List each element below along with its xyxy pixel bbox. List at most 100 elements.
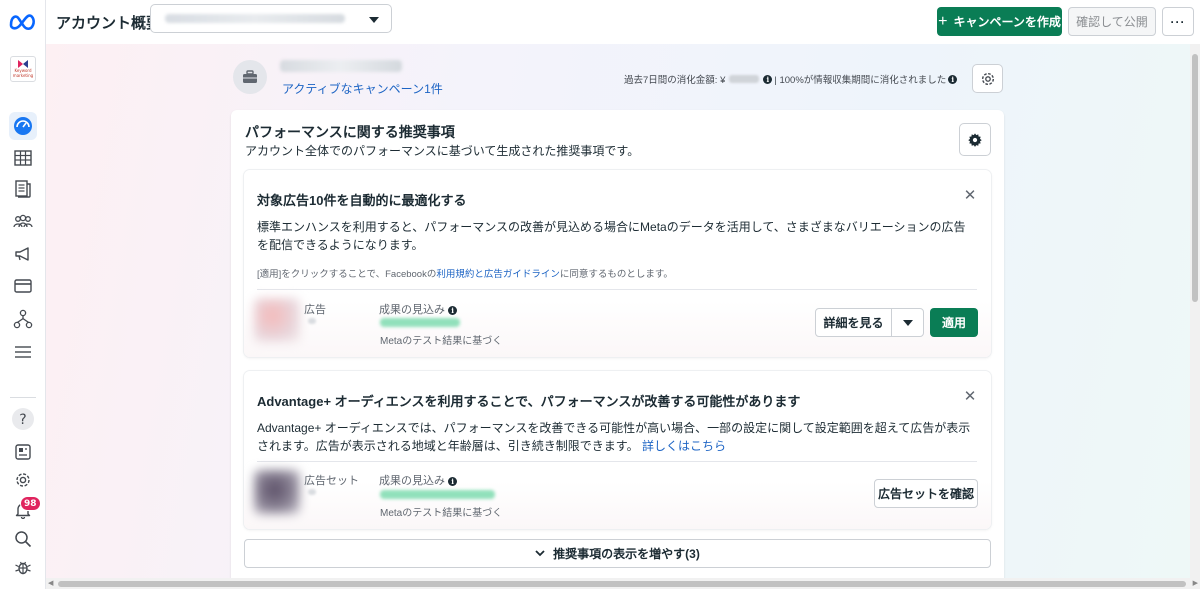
spend-status: | 100%が情報収集期間に消化されました (774, 75, 947, 86)
sidebar-divider (10, 397, 36, 398)
scroll-left-icon[interactable]: ◀ (48, 579, 53, 587)
notification-count-badge: 98 (20, 496, 41, 511)
ad-account-selector[interactable] (150, 4, 392, 33)
show-more-label: 推奨事項の表示を増やす(3) (553, 547, 700, 561)
credit-card-icon (14, 279, 32, 293)
sidebar-item-audiences[interactable] (9, 208, 37, 236)
account-settings-button[interactable] (972, 64, 1003, 93)
estimate-label: 成果の見込み i (379, 472, 458, 488)
card-description-text: Advantage+ オーディエンスでは、パフォーマンスを改善できる可能性が高い… (257, 421, 971, 453)
megaphone-icon (15, 247, 29, 261)
info-icon[interactable]: i (448, 477, 458, 486)
sidebar-item-campaigns[interactable] (9, 144, 37, 172)
speedometer-icon (14, 117, 32, 135)
adset-thumbnail-redacted (254, 470, 300, 514)
account-name-redacted (165, 14, 345, 23)
learn-more-link[interactable]: 詳しくはこちら (642, 439, 726, 453)
estimate-label: 成果の見込み i (379, 301, 458, 317)
card-title: Advantage+ オーディエンスを利用することで、パフォーマンスが改善する可… (257, 394, 801, 409)
vertical-scrollbar[interactable] (1190, 44, 1200, 578)
info-icon[interactable]: i (763, 74, 773, 84)
question-icon: ? (12, 408, 34, 430)
spend-label: 過去7日間の消化金額: ¥ (624, 75, 726, 86)
active-campaigns-link[interactable]: アクティブなキャンペーン1件 (282, 80, 443, 97)
document-icon (15, 180, 31, 198)
sidebar-item-bug-report[interactable] (9, 553, 37, 581)
estimate-value-redacted (380, 318, 460, 327)
left-navigation-rail: Keyword marketing ? 98 (0, 0, 46, 589)
apply-button[interactable]: 適用 (930, 308, 978, 337)
estimate-note: Metaのテスト結果に基づく (380, 336, 503, 347)
account-icon (233, 60, 267, 94)
scrollbar-thumb[interactable] (1192, 54, 1198, 302)
review-and-publish-button[interactable]: 確認して公開 (1068, 7, 1156, 36)
sidebar-item-account-overview[interactable] (9, 112, 37, 140)
page-title: アカウント概要 (56, 15, 162, 32)
ad-thumbnail-redacted (254, 298, 300, 342)
details-dropdown-button[interactable] (891, 308, 924, 337)
chevron-down-icon (535, 550, 545, 557)
scroll-right-icon[interactable]: ▶ (1193, 579, 1198, 587)
sidebar-item-settings[interactable] (9, 466, 37, 494)
people-icon (13, 214, 33, 228)
adset-count-redacted (308, 489, 316, 495)
ad-count-redacted (308, 318, 316, 324)
search-icon (15, 531, 32, 548)
sidebar-item-news[interactable] (9, 438, 37, 466)
top-header: アカウント概要 + キャンペーンを作成 確認して公開 ··· (0, 0, 1200, 44)
horizontal-scrollbar[interactable]: ◀ ▶ (46, 578, 1200, 589)
adset-count-label: 広告セット (304, 475, 359, 487)
sidebar-item-reports[interactable] (9, 175, 37, 203)
sidebar-item-advertising[interactable] (9, 240, 37, 268)
close-icon[interactable]: ✕ (961, 186, 979, 204)
info-icon[interactable]: i (448, 306, 458, 315)
card-description: 標準エンハンスを利用すると、パフォーマンスの改善が見込める場合にMetaのデータ… (257, 220, 966, 252)
spend-summary: 過去7日間の消化金額: ¥ i | 100%が情報収集期間に消化されました i (624, 72, 958, 86)
card-divider (257, 289, 977, 290)
card-divider (257, 461, 977, 462)
sidebar-item-business-tools[interactable] (9, 305, 37, 333)
card-description: Advantage+ オーディエンスでは、パフォーマンスを改善できる可能性が高い… (257, 419, 977, 455)
scrollbar-thumb[interactable] (58, 581, 1186, 587)
gear-icon (981, 72, 994, 85)
svg-text:?: ? (19, 412, 26, 428)
recommendations-settings-button[interactable] (959, 123, 991, 156)
card-title: 対象広告10件を自動的に最適化する (257, 193, 467, 208)
sidebar-item-help[interactable]: ? (9, 405, 37, 433)
caret-down-icon (902, 319, 913, 326)
recommendations-panel: パフォーマンスに関する推奨事項 アカウント全体でのパフォーマンスに基づいて生成さ… (231, 110, 1004, 578)
flow-icon (13, 309, 33, 329)
legal-prefix: [適用]をクリックすることで、Facebookの (257, 269, 437, 280)
create-campaign-button[interactable]: + キャンペーンを作成 (937, 7, 1062, 36)
close-icon[interactable]: ✕ (961, 387, 979, 405)
estimate-label-text: 成果の見込み (379, 475, 445, 487)
estimate-label-text: 成果の見込み (379, 304, 445, 316)
sidebar-item-billing[interactable] (9, 272, 37, 300)
info-icon[interactable]: i (948, 74, 958, 84)
recommendations-title: パフォーマンスに関する推奨事項 (245, 124, 455, 140)
recommendation-card-optimize-ads: 対象広告10件を自動的に最適化する ✕ 標準エンハンスを利用すると、パフォーマン… (244, 170, 991, 357)
terms-link[interactable]: 利用規約と広告ガイドライン (436, 269, 560, 280)
chevron-down-icon (369, 17, 379, 23)
plus-icon: + (938, 12, 948, 30)
recommendation-card-advantage-audience: Advantage+ オーディエンスを利用することで、パフォーマンスが改善する可… (244, 371, 991, 529)
sidebar-item-search[interactable] (9, 525, 37, 553)
show-more-recommendations-button[interactable]: 推奨事項の表示を増やす(3) (244, 539, 991, 568)
account-logo-icon (18, 60, 28, 68)
gear-icon (968, 132, 982, 147)
account-avatar[interactable]: Keyword marketing (10, 56, 36, 82)
recommendations-subtitle: アカウント全体でのパフォーマンスに基づいて生成された推奨事項です。 (245, 144, 640, 158)
table-icon (14, 150, 32, 166)
briefcase-icon (243, 70, 257, 83)
more-options-button[interactable]: ··· (1162, 7, 1194, 36)
account-name-redacted (280, 60, 402, 72)
view-details-button[interactable]: 詳細を見る (815, 308, 892, 337)
review-adsets-button[interactable]: 広告セットを確認 (874, 479, 978, 508)
menu-icon (15, 346, 31, 358)
sidebar-item-all-tools[interactable] (9, 338, 37, 366)
gear-icon (16, 473, 30, 487)
news-icon (15, 444, 31, 460)
bug-icon (15, 561, 31, 575)
card-legal-text: [適用]をクリックすることで、Facebookの利用規約と広告ガイドラインに同意… (257, 266, 673, 280)
create-campaign-label: キャンペーンを作成 (953, 15, 1061, 29)
